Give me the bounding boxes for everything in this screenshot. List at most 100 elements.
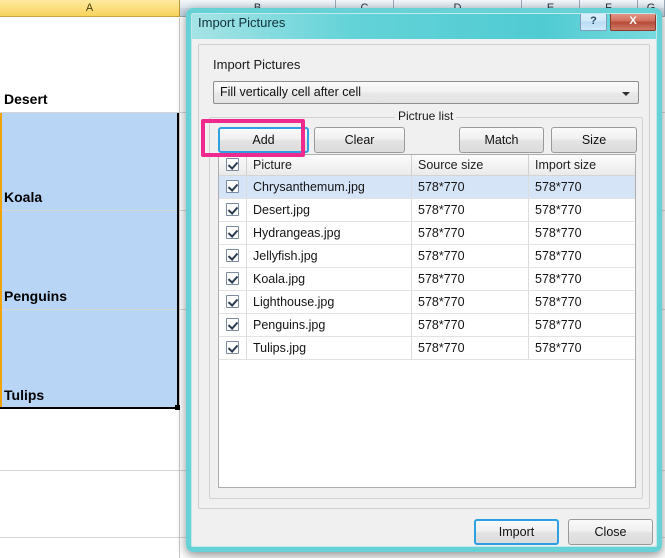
selection-border-bottom bbox=[0, 407, 179, 409]
column-divider bbox=[246, 268, 247, 290]
row-checkbox[interactable] bbox=[226, 272, 239, 285]
picture-listbox[interactable]: Picture Source size Import size Chrysant… bbox=[218, 154, 636, 488]
column-divider bbox=[528, 314, 529, 336]
match-button[interactable]: Match bbox=[459, 127, 544, 153]
cell-source-size: 578*770 bbox=[418, 249, 465, 263]
column-header-picture[interactable]: Picture bbox=[253, 155, 409, 175]
help-icon[interactable]: ? bbox=[580, 12, 607, 31]
cell-source-size: 578*770 bbox=[418, 203, 465, 217]
column-divider bbox=[411, 291, 412, 313]
cell-import-size: 578*770 bbox=[535, 295, 582, 309]
column-divider bbox=[246, 222, 247, 244]
column-divider bbox=[411, 245, 412, 267]
picture-list-group: Add Clear Match Size Picture Source size bbox=[209, 117, 643, 499]
section-label: Import Pictures bbox=[213, 57, 301, 72]
column-divider bbox=[246, 155, 247, 175]
column-divider bbox=[179, 18, 180, 558]
column-header-source-size[interactable]: Source size bbox=[418, 155, 526, 175]
column-divider bbox=[528, 155, 529, 175]
listbox-header-row: Picture Source size Import size bbox=[219, 155, 635, 176]
dialog-titlebar[interactable]: Import Pictures ? X bbox=[186, 8, 662, 39]
table-row[interactable]: Lighthouse.jpg 578*770 578*770 bbox=[219, 291, 635, 314]
cell-import-size: 578*770 bbox=[535, 272, 582, 286]
row-checkbox[interactable] bbox=[226, 341, 239, 354]
clear-button[interactable]: Clear bbox=[314, 127, 405, 153]
column-divider bbox=[528, 291, 529, 313]
column-divider bbox=[411, 155, 412, 175]
import-pictures-dialog: Import Pictures ? X Import Pictures Fill… bbox=[186, 8, 662, 552]
cell-picture: Desert.jpg bbox=[253, 203, 310, 217]
cell-source-size: 578*770 bbox=[418, 341, 465, 355]
row-checkbox[interactable] bbox=[226, 249, 239, 262]
column-divider bbox=[528, 199, 529, 221]
cell-source-size: 578*770 bbox=[418, 226, 465, 240]
column-divider bbox=[246, 314, 247, 336]
column-divider bbox=[246, 291, 247, 313]
table-row[interactable]: Koala.jpg 578*770 578*770 bbox=[219, 268, 635, 291]
fill-mode-value: Fill vertically cell after cell bbox=[220, 85, 362, 99]
import-button[interactable]: Import bbox=[474, 519, 559, 545]
column-divider bbox=[411, 314, 412, 336]
cell-import-size: 578*770 bbox=[535, 341, 582, 355]
column-header-a[interactable]: A bbox=[0, 0, 180, 17]
main-panel: Import Pictures Fill vertically cell aft… bbox=[198, 44, 650, 509]
cell-source-size: 578*770 bbox=[418, 295, 465, 309]
selection-border-left bbox=[0, 113, 2, 409]
column-divider bbox=[246, 337, 247, 359]
select-all-checkbox[interactable] bbox=[226, 158, 239, 171]
column-divider bbox=[411, 337, 412, 359]
table-row[interactable]: Desert.jpg 578*770 578*770 bbox=[219, 199, 635, 222]
column-divider bbox=[528, 245, 529, 267]
cell-text-penguins: Penguins bbox=[4, 288, 68, 304]
row-checkbox[interactable] bbox=[226, 295, 239, 308]
table-row[interactable]: Hydrangeas.jpg 578*770 578*770 bbox=[219, 222, 635, 245]
cell-picture: Penguins.jpg bbox=[253, 318, 326, 332]
column-divider bbox=[411, 199, 412, 221]
cell-source-size: 578*770 bbox=[418, 272, 465, 286]
column-divider bbox=[528, 268, 529, 290]
table-row[interactable]: Jellyfish.jpg 578*770 578*770 bbox=[219, 245, 635, 268]
column-divider bbox=[528, 337, 529, 359]
cell-source-size: 578*770 bbox=[418, 180, 465, 194]
column-divider bbox=[411, 176, 412, 198]
row-checkbox[interactable] bbox=[226, 180, 239, 193]
cell-picture: Koala.jpg bbox=[253, 272, 306, 286]
table-row[interactable]: Tulips.jpg 578*770 578*770 bbox=[219, 337, 635, 360]
column-divider bbox=[246, 176, 247, 198]
cell-import-size: 578*770 bbox=[535, 203, 582, 217]
table-row[interactable]: Chrysanthemum.jpg 578*770 578*770 bbox=[219, 176, 635, 199]
column-divider bbox=[528, 222, 529, 244]
column-divider bbox=[246, 245, 247, 267]
close-icon[interactable]: X bbox=[610, 12, 656, 31]
cell-picture: Lighthouse.jpg bbox=[253, 295, 335, 309]
cell-picture: Jellyfish.jpg bbox=[253, 249, 318, 263]
cell-picture: Tulips.jpg bbox=[253, 341, 307, 355]
cell-text-koala: Koala bbox=[4, 189, 43, 205]
table-row[interactable]: Penguins.jpg 578*770 578*770 bbox=[219, 314, 635, 337]
dialog-title: Import Pictures bbox=[198, 15, 286, 30]
column-divider bbox=[411, 268, 412, 290]
size-button[interactable]: Size bbox=[551, 127, 637, 153]
cell-import-size: 578*770 bbox=[535, 180, 582, 194]
cell-text-desert: Desert bbox=[4, 91, 48, 107]
fill-handle[interactable] bbox=[175, 405, 180, 410]
cell-import-size: 578*770 bbox=[535, 226, 582, 240]
cell-import-size: 578*770 bbox=[535, 318, 582, 332]
row-checkbox[interactable] bbox=[226, 203, 239, 216]
chevron-down-icon bbox=[622, 92, 630, 96]
add-button[interactable]: Add bbox=[218, 127, 309, 153]
selection-border-right bbox=[177, 113, 179, 409]
cell-import-size: 578*770 bbox=[535, 249, 582, 263]
dialog-body: Import Pictures Fill vertically cell aft… bbox=[192, 39, 656, 546]
picture-list-group-label: Pictrue list bbox=[395, 109, 457, 123]
column-divider bbox=[528, 176, 529, 198]
row-checkbox[interactable] bbox=[226, 318, 239, 331]
cell-source-size: 578*770 bbox=[418, 318, 465, 332]
column-header-import-size[interactable]: Import size bbox=[535, 155, 635, 175]
close-button[interactable]: Close bbox=[568, 519, 653, 545]
column-divider bbox=[411, 222, 412, 244]
cell-picture: Chrysanthemum.jpg bbox=[253, 180, 365, 194]
fill-mode-dropdown[interactable]: Fill vertically cell after cell bbox=[213, 81, 639, 104]
row-checkbox[interactable] bbox=[226, 226, 239, 239]
column-divider bbox=[246, 199, 247, 221]
